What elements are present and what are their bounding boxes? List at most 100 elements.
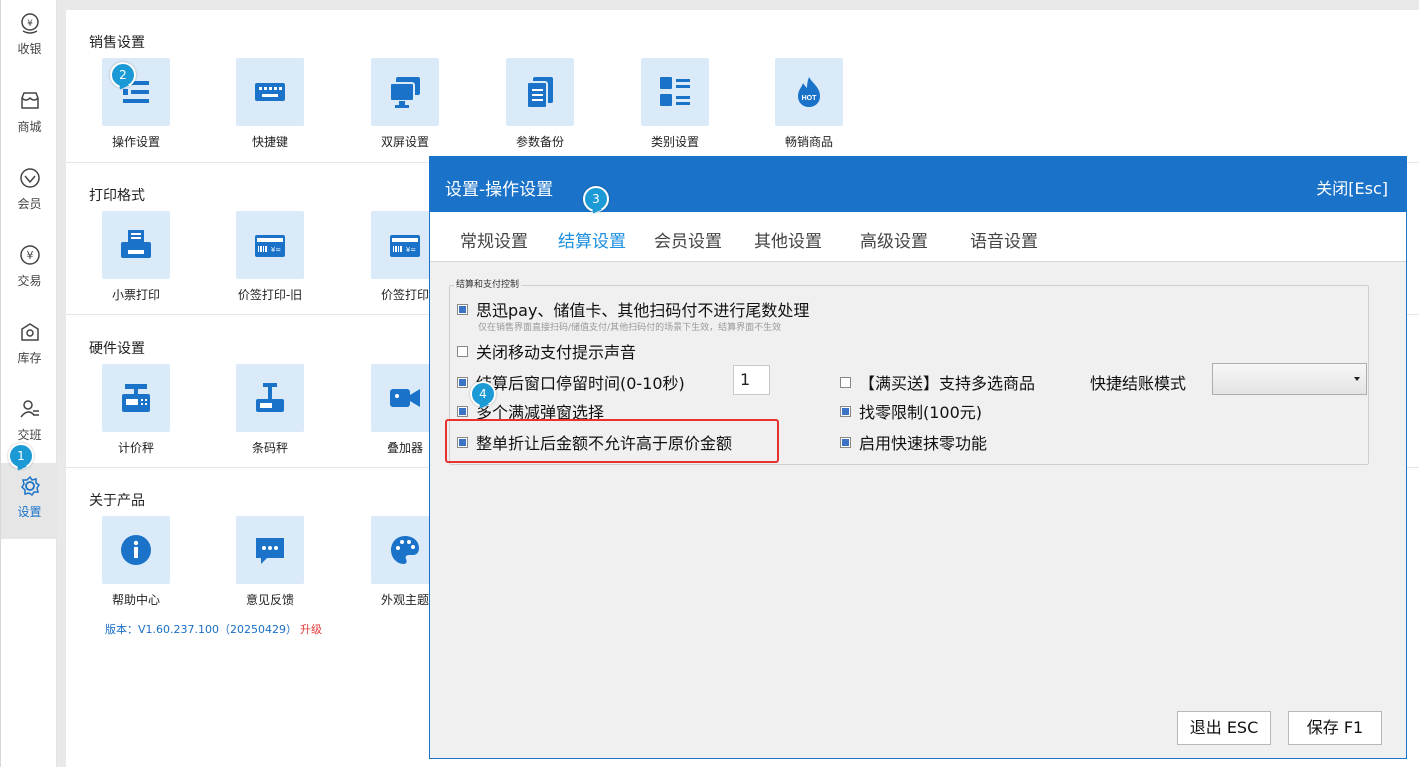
checkbox[interactable] bbox=[840, 377, 851, 388]
info-icon bbox=[121, 535, 151, 565]
checkbox[interactable] bbox=[457, 346, 468, 357]
svg-text:¥: ¥ bbox=[27, 19, 33, 29]
dialog-title: 设置-操作设置 bbox=[445, 180, 554, 200]
highlight-box bbox=[445, 419, 779, 463]
video-camera-icon bbox=[390, 389, 420, 407]
price-tag-icon: ¥= bbox=[255, 235, 285, 257]
yen-icon: ¥ bbox=[20, 245, 40, 265]
section-title-about: 关于产品 bbox=[89, 493, 145, 509]
settings-dialog: 设置-操作设置 关闭[Esc] 常规设置 结算设置 会员设置 其他设置 高级设置… bbox=[429, 156, 1407, 759]
palette-icon bbox=[391, 536, 419, 564]
option-label: 【满买送】支持多选商品 bbox=[859, 374, 1036, 393]
section-title-sales: 销售设置 bbox=[89, 35, 145, 51]
save-button[interactable]: 保存 F1 bbox=[1288, 711, 1382, 745]
quick-checkout-label: 快捷结账模式 bbox=[1090, 374, 1187, 393]
svg-text:¥: ¥ bbox=[27, 249, 34, 262]
option-label: 结算后窗口停留时间(0-10秒) bbox=[476, 374, 685, 393]
inventory-icon bbox=[21, 323, 39, 341]
tab-other[interactable]: 其他设置 bbox=[754, 227, 822, 252]
category-list-icon bbox=[660, 77, 690, 106]
printer-icon bbox=[121, 230, 151, 258]
quick-checkout-select[interactable] bbox=[1212, 363, 1367, 395]
sidebar-item-member[interactable]: 会员 bbox=[1, 155, 58, 231]
sidebar-item-inventory[interactable]: 库存 bbox=[1, 309, 58, 385]
sidebar: ¥ 收银 商城 会员 ¥ 交易 库存 交班 设置 bbox=[0, 0, 58, 767]
dual-monitor-icon bbox=[389, 77, 420, 108]
hot-flame-icon: HOT bbox=[798, 77, 820, 107]
barcode-scale-icon bbox=[256, 383, 284, 412]
tile-label: 类别设置 bbox=[650, 135, 699, 149]
checkbox[interactable] bbox=[840, 406, 851, 417]
checkbox[interactable] bbox=[457, 406, 468, 417]
tile-label: 畅销商品 bbox=[784, 135, 833, 149]
tab-member[interactable]: 会员设置 bbox=[654, 227, 722, 252]
sidebar-item-settings[interactable]: 设置 bbox=[1, 463, 58, 539]
tile-label: 小票打印 bbox=[111, 288, 160, 302]
exit-button[interactable]: 退出 ESC bbox=[1177, 711, 1271, 745]
cashier-icon: ¥ bbox=[21, 13, 39, 34]
chevron-down-icon bbox=[1354, 377, 1360, 381]
price-tag-icon: ¥= bbox=[390, 235, 420, 257]
option-hint: 仅在销售界面直接扫码/储值支付/其他扫码付的场景下生效，结算界面不生效 bbox=[478, 323, 782, 333]
option-change-limit[interactable]: 找零限制(100元) bbox=[840, 399, 982, 423]
tile-label: 操作设置 bbox=[111, 135, 160, 149]
stay-time-input[interactable]: 1 bbox=[733, 365, 770, 395]
option-no-rounding[interactable]: 思迅pay、储值卡、其他扫码付不进行尾数处理 bbox=[457, 297, 809, 321]
tab-checkout[interactable]: 结算设置 bbox=[558, 227, 626, 252]
sidebar-item-cashier[interactable]: ¥ 收银 bbox=[1, 0, 58, 76]
option-label: 启用快速抹零功能 bbox=[859, 434, 988, 453]
tab-general[interactable]: 常规设置 bbox=[460, 227, 528, 252]
member-icon bbox=[20, 168, 40, 188]
sidebar-item-label: 收银 bbox=[17, 42, 42, 56]
tab-voice[interactable]: 语音设置 bbox=[970, 227, 1038, 252]
sidebar-item-trade[interactable]: ¥ 交易 bbox=[1, 232, 58, 308]
version-text: 版本：V1.60.237.100（20250429） bbox=[105, 623, 297, 636]
handover-icon bbox=[20, 400, 39, 418]
sidebar-item-label: 交易 bbox=[17, 274, 42, 288]
svg-text:¥=: ¥= bbox=[406, 246, 416, 254]
dialog-header: 设置-操作设置 关闭[Esc] bbox=[430, 157, 1406, 212]
option-mute-mobile-pay[interactable]: 关闭移动支付提示声音 bbox=[457, 339, 636, 363]
step-badge-3: 3 bbox=[583, 186, 609, 212]
option-label: 找零限制(100元) bbox=[859, 403, 983, 422]
svg-text:¥=: ¥= bbox=[271, 246, 281, 254]
option-label: 思迅pay、储值卡、其他扫码付不进行尾数处理 bbox=[476, 301, 810, 320]
sidebar-item-label: 库存 bbox=[17, 351, 42, 365]
close-button[interactable]: 关闭[Esc] bbox=[1316, 175, 1388, 199]
sidebar-item-store[interactable]: 商城 bbox=[1, 78, 58, 154]
document-copy-icon bbox=[526, 77, 553, 109]
tile-label: 价签打印-旧 bbox=[237, 288, 303, 302]
sidebar-item-label: 会员 bbox=[17, 197, 42, 211]
sidebar-item-label: 商城 bbox=[17, 120, 42, 134]
tile-label: 计价秤 bbox=[117, 441, 154, 455]
checkbox[interactable] bbox=[840, 437, 851, 448]
gear-icon bbox=[21, 475, 41, 497]
tile-label: 帮助中心 bbox=[111, 593, 160, 607]
tab-advanced[interactable]: 高级设置 bbox=[860, 227, 928, 252]
checkbox[interactable] bbox=[457, 304, 468, 315]
svg-text:HOT: HOT bbox=[802, 95, 818, 102]
step-badge-4: 4 bbox=[470, 381, 496, 407]
sidebar-item-label: 设置 bbox=[17, 505, 42, 519]
tab-bar: 常规设置 结算设置 会员设置 其他设置 高级设置 语音设置 bbox=[430, 212, 1406, 262]
tile-label: 意见反馈 bbox=[245, 593, 294, 607]
tile-label: 条码秤 bbox=[251, 441, 288, 455]
option-buy-gift-multi[interactable]: 【满买送】支持多选商品 bbox=[840, 370, 1035, 394]
step-badge-2: 2 bbox=[110, 62, 136, 88]
section-title-hardware: 硬件设置 bbox=[89, 341, 145, 357]
keyboard-icon bbox=[255, 83, 285, 101]
upgrade-link[interactable]: 升级 bbox=[300, 621, 322, 637]
group-label: 结算和支付控制 bbox=[454, 277, 522, 290]
section-title-print: 打印格式 bbox=[89, 188, 145, 204]
step-badge-1: 1 bbox=[8, 443, 34, 469]
tile-label: 参数备份 bbox=[515, 135, 564, 149]
option-label: 关闭移动支付提示声音 bbox=[476, 343, 637, 362]
store-icon bbox=[21, 92, 39, 109]
tile-label: 快捷键 bbox=[251, 135, 288, 149]
checkbox[interactable] bbox=[457, 377, 468, 388]
scale-icon bbox=[122, 384, 150, 412]
chat-bubble-icon bbox=[256, 538, 284, 564]
tile-label: 双屏设置 bbox=[380, 135, 429, 149]
sidebar-item-label: 交班 bbox=[17, 428, 42, 442]
option-quick-round[interactable]: 启用快速抹零功能 bbox=[840, 430, 987, 454]
